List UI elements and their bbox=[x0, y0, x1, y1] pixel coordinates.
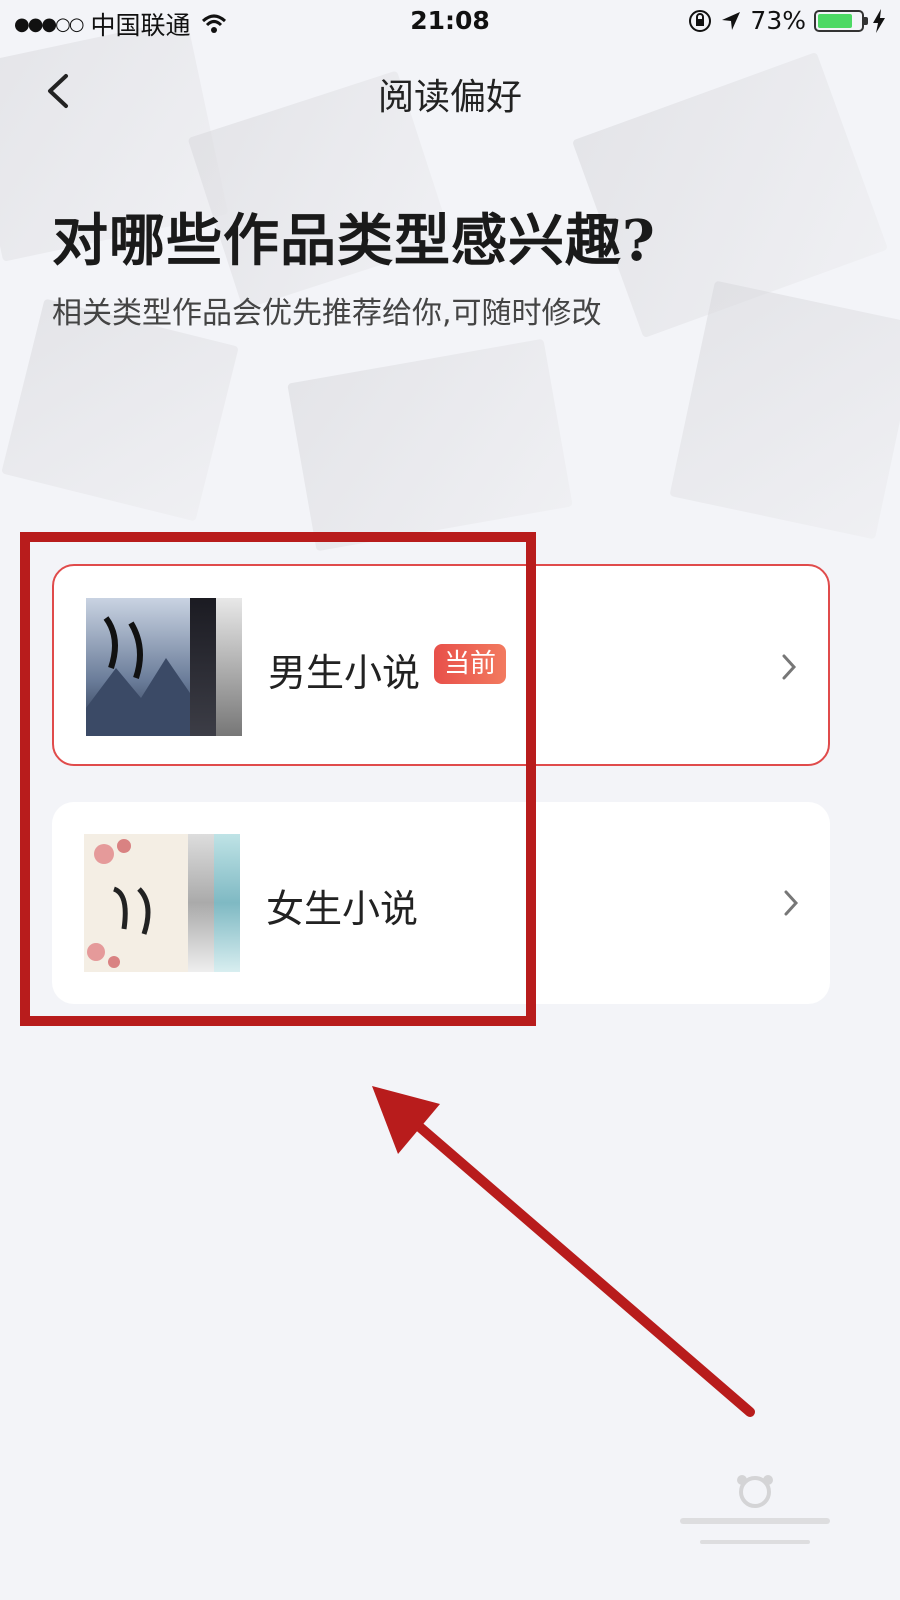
page-subtitle: 相关类型作品会优先推荐给你,可随时修改 bbox=[52, 296, 602, 331]
status-bar: ●●●○○ 中国联通 21:08 73% bbox=[0, 0, 900, 44]
book-cover-image bbox=[86, 598, 190, 736]
book-cover-image bbox=[190, 598, 216, 736]
status-right: 73% bbox=[688, 6, 886, 35]
battery-percent: 73% bbox=[750, 6, 806, 35]
battery-icon bbox=[814, 9, 868, 32]
book-cover-stack bbox=[86, 598, 242, 736]
nav-title: 阅读偏好 bbox=[377, 77, 522, 118]
location-arrow-icon bbox=[722, 11, 741, 30]
book-cover-image bbox=[188, 834, 214, 972]
page-title: 对哪些作品类型感兴趣? bbox=[52, 208, 656, 274]
chevron-right-icon bbox=[782, 654, 797, 680]
orientation-lock-icon bbox=[689, 9, 712, 32]
book-cover-image bbox=[216, 598, 242, 736]
charging-bolt-icon bbox=[873, 8, 885, 33]
book-cover-image bbox=[84, 834, 188, 972]
book-cover-image bbox=[214, 834, 240, 972]
chevron-right-icon bbox=[784, 890, 799, 916]
book-cover-stack bbox=[84, 834, 240, 972]
baidu-watermark-logo bbox=[680, 1475, 830, 1544]
